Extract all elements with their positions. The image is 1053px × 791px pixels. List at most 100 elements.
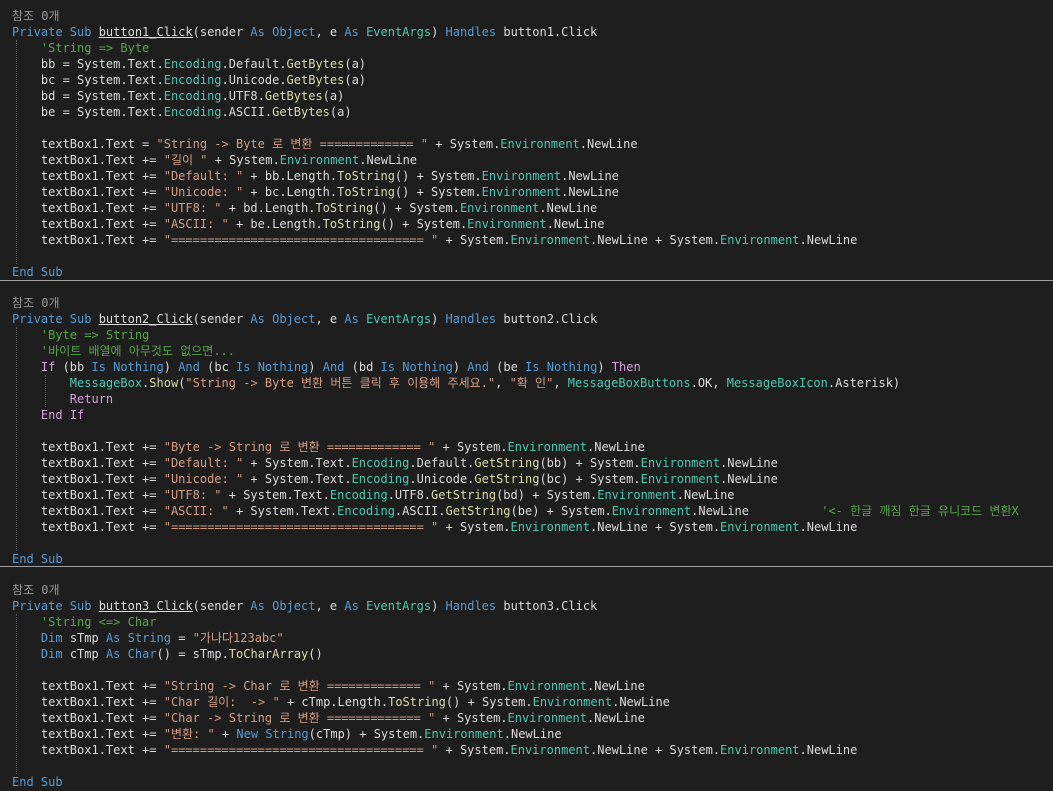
code-line[interactable]: 'Byte => String [12, 327, 149, 343]
code-token: As [344, 25, 359, 39]
code-token: ) [431, 599, 446, 613]
code-token: MessageBoxButtons [567, 376, 691, 390]
code-line[interactable]: textBox1.Text += "Default: " + bb.Length… [12, 168, 619, 184]
code-line[interactable]: End Sub [12, 774, 63, 790]
code-token: (a) [322, 89, 345, 103]
indent-guide [16, 614, 17, 774]
code-token: Environment [510, 743, 590, 757]
code-line[interactable]: textBox1.Text += "======================… [12, 742, 857, 758]
code-line[interactable]: textBox1.Text += "String -> Char 로 변환 ==… [12, 678, 645, 694]
code-editor[interactable]: 참조 0개 Private Sub button1_Click(sender As… [0, 0, 1053, 791]
code-token: .UTF8. [387, 488, 432, 502]
code-token: "ASCII: " [163, 217, 229, 231]
code-line[interactable]: textBox1.Text += "ASCII: " + be.Length.T… [12, 216, 605, 232]
codelens-references[interactable]: 참조 0개 [12, 295, 60, 311]
code-line[interactable]: Private Sub button3_Click(sender As Obje… [12, 598, 597, 614]
code-token: (bc [199, 360, 237, 374]
code-token: Environment [481, 185, 562, 199]
code-line[interactable]: textBox1.Text += "Byte -> String 로 변환 ==… [12, 439, 645, 455]
code-token: .NewLine [503, 727, 562, 741]
code-line[interactable]: Private Sub button2_Click(sender As Obje… [12, 311, 597, 327]
code-token: 'Byte => String [40, 328, 150, 342]
code-token: As [105, 631, 121, 645]
code-line[interactable]: textBox1.Text += "Unicode: " + System.Te… [12, 471, 778, 487]
code-token: button2_Click [98, 312, 193, 326]
code-line[interactable]: If (bb Is Nothing) And (bc Is Nothing) A… [12, 359, 641, 375]
code-token: ) [597, 360, 612, 374]
code-line[interactable]: textBox1.Text += "======================… [12, 232, 857, 248]
code-token: '바이트 배열에 아무것도 없으면... [40, 344, 235, 358]
code-token: .NewLine [799, 233, 858, 247]
code-token: .NewLine [612, 695, 670, 709]
code-token: textBox1.Text += [12, 456, 164, 470]
code-line[interactable]: Return [12, 391, 113, 407]
code-token: + [214, 727, 237, 741]
code-token: textBox1.Text += [12, 153, 164, 167]
code-token: textBox1.Text += [12, 695, 164, 709]
code-line[interactable]: 'String => Byte [12, 40, 149, 56]
code-line[interactable]: textBox1.Text += "Char 길이: -> " + cTmp.L… [12, 694, 670, 710]
code-line[interactable]: bd = System.Text.Encoding.UTF8.GetBytes(… [12, 88, 344, 104]
codelens-references[interactable]: 참조 0개 [12, 8, 60, 24]
code-token: Nothing [546, 360, 598, 374]
code-token: ToString [388, 695, 446, 709]
code-token: .Unicode. [221, 73, 287, 87]
code-token: (a) [329, 105, 352, 119]
code-line[interactable]: textBox1.Text += "======================… [12, 519, 857, 535]
code-line[interactable]: '바이트 배열에 아무것도 없으면... [12, 343, 235, 359]
code-line[interactable]: Private Sub button1_Click(sender As Obje… [12, 24, 597, 40]
code-line[interactable]: textBox1.Text += "UTF8: " + bd.Length.To… [12, 200, 597, 216]
code-token: (bd [344, 360, 381, 374]
code-token: textBox1.Text += [12, 217, 164, 231]
code-line[interactable]: textBox1.Text += "Char -> String 로 변환 ==… [12, 710, 645, 726]
method-separator [0, 280, 1053, 281]
code-line[interactable]: bb = System.Text.Encoding.Default.GetByt… [12, 56, 366, 72]
code-line[interactable]: textBox1.Text += "길이 " + System.Environm… [12, 152, 417, 168]
code-token: And [178, 360, 200, 374]
code-token: .NewLine [561, 169, 619, 183]
code-line[interactable]: textBox1.Text += "변환: " + New String(cTm… [12, 726, 562, 742]
code-token: + System.Text. [243, 456, 352, 470]
codelens-references[interactable]: 참조 0개 [12, 582, 60, 598]
code-token: .NewLine [587, 711, 645, 725]
code-token: + cTmp.Length. [279, 695, 389, 709]
code-token: (bd) + System. [496, 488, 598, 502]
code-line[interactable]: textBox1.Text += "UTF8: " + System.Text.… [12, 487, 735, 503]
code-line[interactable]: Dim cTmp As Char() = sTmp.ToCharArray() [12, 646, 323, 662]
code-token: () = sTmp. [156, 647, 229, 661]
code-line[interactable]: textBox1.Text += "Default: " + System.Te… [12, 455, 778, 471]
code-token: Environment [507, 711, 587, 725]
code-token: cTmp [62, 647, 106, 661]
code-token: ) [452, 360, 468, 374]
code-token: textBox1.Text += [12, 440, 164, 454]
code-token: Nothing [113, 360, 164, 374]
code-line[interactable]: 'String <=> Char [12, 614, 157, 630]
code-token: 'String => Byte [40, 41, 150, 55]
code-line[interactable]: End If [12, 407, 84, 423]
code-token: textBox1.Text += [12, 169, 164, 183]
code-token: (sender [192, 25, 251, 39]
code-token: End Sub [12, 552, 63, 566]
code-token: textBox1.Text += [12, 743, 164, 757]
code-line[interactable]: bc = System.Text.Encoding.Unicode.GetByt… [12, 72, 366, 88]
code-line[interactable]: Dim sTmp As String = "가나다123abc" [12, 630, 284, 646]
code-token: .Asterisk) [827, 376, 901, 390]
code-token: Encoding [163, 57, 222, 71]
code-line[interactable]: MessageBox.Show("String -> Byte 변환 버튼 클릭… [12, 375, 900, 391]
code-line[interactable]: textBox1.Text = "String -> Byte 로 변환 ===… [12, 136, 638, 152]
code-token: ToString [337, 185, 395, 199]
code-token: "가나다123abc" [192, 631, 284, 645]
code-line[interactable]: textBox1.Text += "Unicode: " + bc.Length… [12, 184, 619, 200]
code-token: + System. [435, 711, 508, 725]
code-line[interactable]: End Sub [12, 551, 63, 567]
code-line[interactable]: End Sub [12, 264, 63, 280]
code-token: + System. [435, 440, 508, 454]
code-line[interactable]: be = System.Text.Encoding.ASCII.GetBytes… [12, 104, 352, 120]
code-token: As [250, 599, 265, 613]
code-line[interactable]: textBox1.Text += "ASCII: " + System.Text… [12, 503, 1019, 519]
code-token: .NewLine [579, 137, 638, 151]
code-token: "UTF8: " [163, 201, 222, 215]
